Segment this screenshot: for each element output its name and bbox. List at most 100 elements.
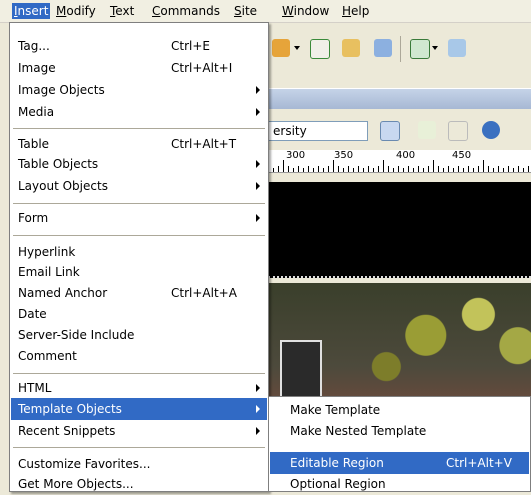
menu-separator xyxy=(13,203,265,204)
ruler-tick xyxy=(488,166,489,172)
ruler-tick xyxy=(503,168,504,172)
date-icon[interactable] xyxy=(310,39,330,59)
ruler-tick xyxy=(333,160,334,172)
toolbar-separator xyxy=(400,36,401,62)
ruler-tick xyxy=(303,168,304,172)
preview-icon[interactable] xyxy=(418,121,436,139)
menu-item-hyperlink[interactable]: Hyperlink xyxy=(11,241,267,263)
ruler-tick xyxy=(418,166,419,172)
submenu-arrow-icon xyxy=(256,86,260,94)
menu-site[interactable]: Site xyxy=(232,3,259,19)
globe-icon[interactable] xyxy=(482,121,500,139)
ruler-tick xyxy=(523,168,524,172)
menu-item-named-anchor[interactable]: Named Anchor Ctrl+Alt+A xyxy=(11,282,267,304)
menu-item-html[interactable]: HTML xyxy=(11,377,267,399)
ruler-tick xyxy=(293,168,294,172)
ruler-tick xyxy=(478,166,479,172)
ruler-tick xyxy=(273,168,274,172)
ruler-tick xyxy=(493,168,494,172)
ruler-tick xyxy=(343,168,344,172)
ruler-tick xyxy=(318,166,319,172)
ruler-tick xyxy=(498,166,499,172)
ruler-tick xyxy=(453,168,454,172)
server-include-icon[interactable] xyxy=(342,39,360,57)
ruler-label: 450 xyxy=(452,150,472,161)
menu-item-table[interactable]: Table Ctrl+Alt+T xyxy=(11,133,267,155)
image-icon[interactable] xyxy=(272,39,290,57)
ruler-tick xyxy=(393,168,394,172)
menu-item-template-objects[interactable]: Template Objects xyxy=(11,398,267,420)
menu-item-server-side-include[interactable]: Server-Side Include xyxy=(11,324,267,346)
menu-item-media[interactable]: Media xyxy=(11,101,267,123)
horizontal-ruler: 300 350 400 450 xyxy=(268,150,531,173)
ruler-tick xyxy=(338,166,339,172)
ruler-tick xyxy=(323,168,324,172)
menu-item-recent-snippets[interactable]: Recent Snippets xyxy=(11,420,267,442)
menu-separator xyxy=(13,128,265,129)
menu-item-date[interactable]: Date xyxy=(11,303,267,325)
menu-item-layout-objects[interactable]: Layout Objects xyxy=(11,175,267,197)
ruler-tick xyxy=(328,166,329,172)
ruler-tick xyxy=(508,166,509,172)
ruler-tick xyxy=(378,166,379,172)
menu-separator xyxy=(13,235,265,236)
ruler-tick xyxy=(373,168,374,172)
menu-help[interactable]: Help xyxy=(340,3,371,19)
refresh-icon[interactable] xyxy=(448,121,468,141)
ruler-tick xyxy=(313,168,314,172)
ruler-tick xyxy=(438,166,439,172)
header-banner xyxy=(268,182,531,278)
tag-chooser-icon[interactable] xyxy=(448,39,466,57)
ruler-tick xyxy=(413,168,414,172)
menu-item-form[interactable]: Form xyxy=(11,207,267,229)
ruler-tick xyxy=(433,160,434,172)
ruler-tick xyxy=(388,166,389,172)
menu-item-comment[interactable]: Comment xyxy=(11,345,267,367)
ruler-tick xyxy=(398,166,399,172)
submenu-arrow-icon xyxy=(256,427,260,435)
ruler-tick xyxy=(358,166,359,172)
submenu-item-make-template[interactable]: Make Template xyxy=(270,399,529,421)
submenu-arrow-icon xyxy=(256,108,260,116)
menu-item-image-objects[interactable]: Image Objects xyxy=(11,79,267,101)
menu-item-image[interactable]: Image Ctrl+Alt+I xyxy=(11,57,267,79)
document-toolbar: ersity xyxy=(268,112,531,150)
ruler-tick xyxy=(528,166,529,172)
page-title-input[interactable]: ersity xyxy=(268,121,368,141)
ruler-tick xyxy=(518,166,519,172)
ruler-tick xyxy=(458,166,459,172)
menu-commands[interactable]: Commands xyxy=(150,3,222,19)
submenu-arrow-icon xyxy=(256,160,260,168)
menu-insert[interactable]: Insert xyxy=(12,3,51,19)
ruler-label: 400 xyxy=(396,150,416,161)
submenu-item-editable-region[interactable]: Editable Region Ctrl+Alt+V xyxy=(270,452,529,474)
submenu-arrow-icon xyxy=(256,182,260,190)
menu-modify[interactable]: Modify xyxy=(54,3,98,19)
ruler-tick xyxy=(448,166,449,172)
menu-separator xyxy=(13,447,265,448)
menu-window[interactable]: Window xyxy=(280,3,331,19)
menu-text[interactable]: Text xyxy=(108,3,136,19)
ruler-tick xyxy=(383,160,384,172)
menu-item-tag[interactable]: Tag... Ctrl+E xyxy=(11,35,267,57)
ruler-tick xyxy=(423,168,424,172)
template-icon[interactable] xyxy=(410,39,430,59)
browser-check-icon[interactable] xyxy=(380,121,400,141)
ruler-tick xyxy=(298,166,299,172)
comment-icon[interactable] xyxy=(374,39,392,57)
submenu-arrow-icon xyxy=(256,405,260,413)
ruler-tick xyxy=(483,160,484,172)
menu-item-email-link[interactable]: Email Link xyxy=(11,261,267,283)
menu-item-customize-favorites[interactable]: Customize Favorites... xyxy=(11,453,267,475)
ruler-tick xyxy=(348,166,349,172)
ruler-tick xyxy=(428,166,429,172)
ruler-tick xyxy=(408,166,409,172)
submenu-item-make-nested-template[interactable]: Make Nested Template xyxy=(270,420,529,442)
menu-item-table-objects[interactable]: Table Objects xyxy=(11,153,267,175)
dropdown-arrow-icon[interactable] xyxy=(294,46,300,50)
submenu-arrow-icon xyxy=(256,214,260,222)
ruler-tick xyxy=(463,168,464,172)
dropdown-arrow-icon[interactable] xyxy=(432,46,438,50)
insert-menu: Tag... Ctrl+E Image Ctrl+Alt+I Image Objec… xyxy=(9,22,269,492)
ruler-tick xyxy=(443,168,444,172)
